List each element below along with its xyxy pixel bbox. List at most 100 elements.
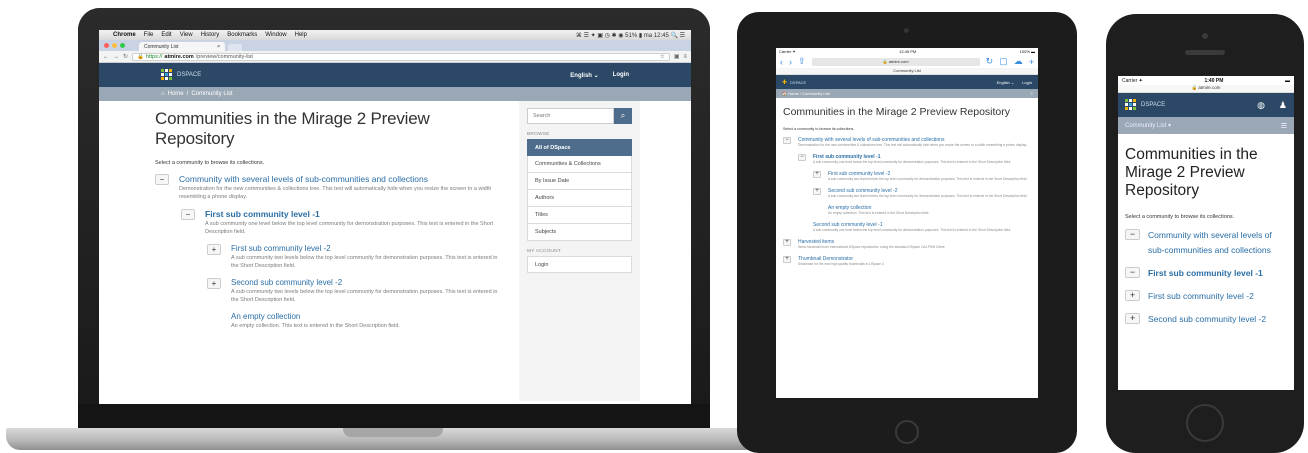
cloud-tabs-icon[interactable]: ☁ [1014, 56, 1023, 67]
sidebar-item-authors[interactable]: Authors [527, 190, 632, 207]
url-path: /preview/community-list [195, 53, 253, 60]
collection-description: An empty collection. This text is entere… [828, 211, 930, 215]
menu-icon[interactable]: ≡ [1031, 89, 1033, 98]
back-icon[interactable]: ‹ [780, 57, 783, 67]
close-window-icon[interactable] [104, 43, 109, 48]
community-description: Demonstration for the new communities & … [798, 143, 1027, 147]
address-bar[interactable]: 🔒 atmire.com [811, 57, 980, 66]
breadcrumb-home[interactable]: Home [168, 91, 184, 97]
bookmark-star-icon[interactable]: ☆ [660, 54, 665, 60]
community-link[interactable]: First sub community level -2 [1148, 289, 1287, 304]
language-dropdown[interactable]: English ⌄ [570, 72, 598, 79]
dspace-brand-text: DSPACE [177, 72, 202, 78]
expand-toggle[interactable]: + [783, 239, 791, 246]
sidebar-item-subjects[interactable]: Subjects [527, 224, 632, 241]
sidebar-item-communities-collections[interactable]: Communities & Collections [527, 156, 632, 173]
search-input[interactable] [527, 108, 614, 124]
language-dropdown[interactable]: English ⌄ [997, 80, 1015, 85]
sidebar-item-titles[interactable]: Titles [527, 207, 632, 224]
phone-camera [1202, 33, 1208, 39]
dspace-navbar: DSPACE ◍ ♟ [1118, 93, 1294, 117]
phone-status-bar: Carrier ✦ 1:40 PM ▬ [1118, 76, 1294, 85]
page-intro: Select a community to browse its collect… [155, 160, 265, 166]
community-description: A sub community two levels below the top… [231, 255, 498, 269]
sidebar-item-all-of-dspace[interactable]: All of DSpace [527, 139, 632, 156]
collapse-toggle[interactable]: − [798, 154, 806, 161]
page-intro: Select a community to browse its collect… [1125, 214, 1235, 220]
community-description: Showcase for the new high quality thumbn… [798, 262, 884, 266]
menubar-file[interactable]: File [144, 32, 154, 38]
collapse-toggle[interactable]: − [1125, 267, 1140, 278]
minimize-window-icon[interactable] [112, 43, 117, 48]
address-bar[interactable]: 🔒 atmire.com [1118, 85, 1294, 93]
expand-toggle[interactable]: + [1125, 313, 1140, 324]
phone-home-button[interactable] [1186, 404, 1224, 442]
sidebar-item-by-issue-date[interactable]: By Issue Date [527, 173, 632, 190]
globe-icon[interactable]: ◍ [1257, 100, 1265, 111]
expand-toggle[interactable]: + [1125, 290, 1140, 301]
extension-icon[interactable]: ▣ [674, 53, 680, 60]
community-link[interactable]: Community with several levels of sub-com… [1148, 228, 1287, 258]
bookmarks-icon[interactable]: ▢ [999, 56, 1008, 67]
community-link[interactable]: Second sub community level -2 [231, 278, 503, 287]
menubar-help[interactable]: Help [295, 32, 307, 38]
menubar-bookmarks[interactable]: Bookmarks [227, 32, 257, 38]
tree-item: − Community with several levels of sub-c… [783, 137, 1031, 148]
main-content: Communities in the Mirage 2 Preview Repo… [155, 107, 503, 330]
collapse-toggle[interactable]: − [155, 174, 169, 185]
community-link[interactable]: Community with several levels of sub-com… [179, 174, 503, 184]
zoom-window-icon[interactable] [120, 43, 125, 48]
address-bar[interactable]: 🔒 https://atmire.com/preview/community-l… [132, 52, 670, 61]
home-icon[interactable]: ⌂ [161, 91, 165, 97]
battery-indicator: ▬ [1284, 77, 1290, 84]
expand-toggle[interactable]: + [783, 256, 791, 263]
menubar-app-name[interactable]: Chrome [113, 32, 136, 38]
browse-header: BROWSE [527, 132, 550, 137]
dspace-logo[interactable]: DSPACE [1125, 99, 1165, 111]
expand-toggle[interactable]: + [207, 278, 221, 289]
community-description: A sub community two levels below the top… [828, 194, 1028, 198]
user-icon[interactable]: ♟ [1279, 100, 1287, 111]
community-link[interactable]: First sub community level -1 [205, 209, 503, 219]
device-showcase: Chrome File Edit View History Bookmarks … [0, 0, 1308, 453]
expand-toggle[interactable]: + [813, 171, 821, 178]
dspace-brand-text[interactable]: DSPACE [790, 80, 806, 85]
dspace-logo-icon: ✚ [782, 79, 788, 86]
search-icon[interactable]: ⌕ [614, 108, 632, 124]
menubar-edit[interactable]: Edit [161, 32, 171, 38]
new-tab-icon[interactable]: + [1029, 57, 1034, 67]
battery-indicator: 100% ▬ [1019, 49, 1035, 54]
menu-icon[interactable]: ≡ [1281, 120, 1287, 132]
expand-toggle[interactable]: + [207, 244, 221, 255]
collapse-toggle[interactable]: − [783, 137, 791, 144]
back-icon[interactable]: ← [103, 54, 109, 60]
menubar-window[interactable]: Window [265, 32, 286, 38]
sidebar-item-login[interactable]: Login [527, 256, 632, 273]
new-tab-button[interactable] [228, 44, 242, 51]
community-link[interactable]: First sub community level -2 [231, 244, 503, 253]
forward-icon[interactable]: › [789, 57, 792, 67]
reload-icon[interactable]: ↻ [123, 53, 128, 60]
community-link[interactable]: First sub community level -1 [1148, 266, 1287, 281]
forward-icon[interactable]: → [113, 54, 119, 60]
tab-close-icon[interactable]: × [217, 44, 220, 50]
login-link[interactable]: Login [1022, 80, 1032, 85]
browser-tab[interactable]: Community List × [139, 42, 225, 51]
collapse-toggle[interactable]: − [181, 209, 195, 220]
menubar-history[interactable]: History [201, 32, 220, 38]
tablet-home-button[interactable] [895, 420, 919, 444]
collection-link[interactable]: An empty collection [231, 312, 503, 321]
chrome-menu-icon[interactable]: ≡ [683, 54, 687, 60]
reload-icon[interactable]: ↻ [986, 56, 994, 67]
community-link[interactable]: Second sub community level -2 [1148, 312, 1287, 327]
dspace-logo[interactable]: DSPACE [161, 69, 201, 81]
collapse-toggle[interactable]: − [1125, 229, 1140, 240]
expand-toggle[interactable]: + [813, 188, 821, 195]
dspace-navbar: ✚ DSPACE English ⌄ Login [776, 75, 1038, 89]
login-link[interactable]: Login [613, 72, 629, 79]
share-icon[interactable]: ⇪ [798, 56, 806, 67]
menubar-view[interactable]: View [180, 32, 193, 38]
laptop-screen: Chrome File Edit View History Bookmarks … [99, 30, 691, 404]
breadcrumb-text[interactable]: 🏠 Home / Community List [782, 89, 830, 98]
breadcrumb-dropdown[interactable]: Community List ▾ [1125, 122, 1171, 129]
